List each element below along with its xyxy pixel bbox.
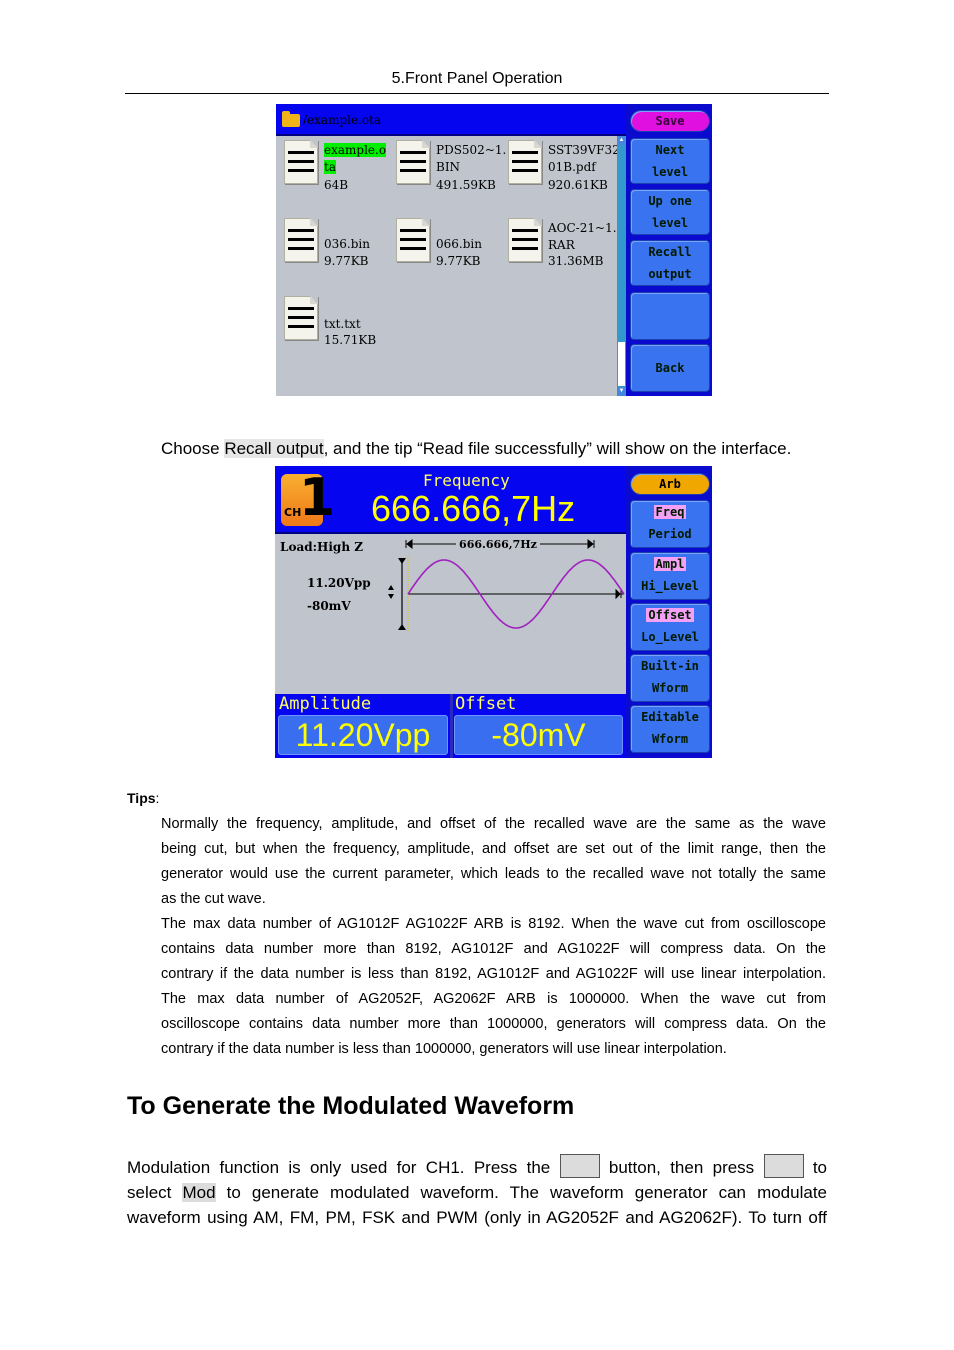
save-button[interactable]: Save [630,110,710,132]
file-icon [508,218,542,262]
offset-marker-icon [388,585,394,599]
file-item[interactable]: SST39VF3201B.pdf 920.61KB [508,140,620,210]
builtin-wform-button[interactable]: Built-in Wform [630,654,710,702]
up-one-level-button[interactable]: Up one level [630,189,710,235]
file-icon [284,140,318,184]
file-size: 15.71KB [324,333,377,347]
waveform-display: 666.666,7Hz [388,537,625,632]
tips-paragraph-1: Normally the frequency, amplitude, and o… [161,816,826,907]
header-rule [125,93,829,94]
editable-wform-button[interactable]: Editable Wform [630,705,710,753]
path-bar: /example.ota [276,104,626,136]
scroll-down-icon[interactable]: ▼ [617,387,626,396]
amplitude-readout: 11.20Vpp [307,576,371,590]
file-item[interactable]: example.o ta 64B [284,140,394,210]
file-name: example.o ta [324,143,387,174]
scroll-up-icon[interactable]: ▲ [617,136,626,145]
file-size: 920.61KB [548,178,608,192]
offset-label: Offset [455,694,517,714]
file-item[interactable]: AOC-21~1.RAR 31.36MB [508,218,618,288]
period-right-marker [587,538,595,550]
frequency-value: 666.666,7Hz [371,488,576,529]
amplitude-label: Amplitude [279,694,372,714]
load-label: Load:High Z [280,540,363,554]
file-item[interactable]: 066.bin 9.77KB [396,218,506,288]
key-placeholder-2 [763,1154,804,1178]
file-name: 036.bin [324,237,370,251]
file-icon [396,218,430,262]
empty-softkey[interactable] [630,292,710,340]
scrollbar[interactable]: ▲ ▼ [617,136,626,396]
file-name: 066.bin [436,237,482,251]
tips-paragraph-2: The max data number of AG1012F AG1022F A… [161,916,826,1057]
key-placeholder-1 [559,1154,600,1178]
mod-ref: Mod [182,1183,216,1202]
file-name: PDS502~1.BIN [436,143,507,174]
recall-output-button[interactable]: Recall output [630,240,710,286]
amplitude-value[interactable]: 11.20Vpp [278,715,448,755]
parameter-panel: Amplitude Offset 11.20Vpp -80mV [275,694,626,758]
freq-period-button[interactable]: Freq Period [630,500,710,548]
caption: Choose Recall output, and the tip “Read … [161,439,792,458]
file-size: 31.36MB [548,254,604,268]
file-size: 64B [324,178,349,192]
offset-lolevel-button[interactable]: Offset Lo_Level [630,603,710,651]
recall-output-ref: Recall output [224,439,324,458]
next-level-button[interactable]: Next level [630,138,710,184]
offset-value[interactable]: -80mV [454,715,623,755]
file-icon [396,140,430,184]
ampl-hilevel-button[interactable]: Ampl Hi_Level [630,552,710,600]
arb-button[interactable]: Arb [630,473,710,495]
section-heading: To Generate the Modulated Waveform [127,1092,575,1120]
file-browser-screen: /example.ota example.o ta 64B PDS502~1.BI… [276,104,712,396]
period-label: 666.666,7Hz [459,538,537,551]
file-item[interactable]: txt.txt 15.71KB [284,296,394,366]
generator-screen: CH 1 Frequency 666.666,7Hz Load:High Z 1… [275,466,712,758]
file-item[interactable]: PDS502~1.BIN 491.59KB [396,140,506,210]
file-size: 9.77KB [436,254,481,268]
offset-readout: -80mV [307,599,351,613]
scroll-thumb[interactable] [618,342,625,386]
frequency-panel: CH 1 Frequency 666.666,7Hz [275,466,626,534]
tips-heading: Tips: [127,790,160,806]
back-button[interactable]: Back [630,344,710,392]
file-item[interactable]: 036.bin 9.77KB [284,218,394,288]
file-icon [284,218,318,262]
channel-badge: CH 1 [281,468,335,528]
file-icon [508,140,542,184]
file-size: 491.59KB [436,178,496,192]
file-name: SST39VF3201B.pdf [548,143,620,174]
page-header: 5.Front Panel Operation [391,70,563,87]
file-list-area: /example.ota example.o ta 64B PDS502~1.BI… [276,104,626,396]
file-icon [284,296,318,340]
file-name: AOC-21~1.RAR [548,221,617,252]
current-path: /example.ota [303,113,382,127]
folder-icon [282,111,300,127]
section-body: Modulation function is only used for CH1… [127,1154,827,1230]
period-left-marker [405,538,413,550]
file-size: 9.77KB [324,254,369,268]
generator-main: CH 1 Frequency 666.666,7Hz Load:High Z 1… [275,466,626,758]
file-name: txt.txt [324,317,361,331]
